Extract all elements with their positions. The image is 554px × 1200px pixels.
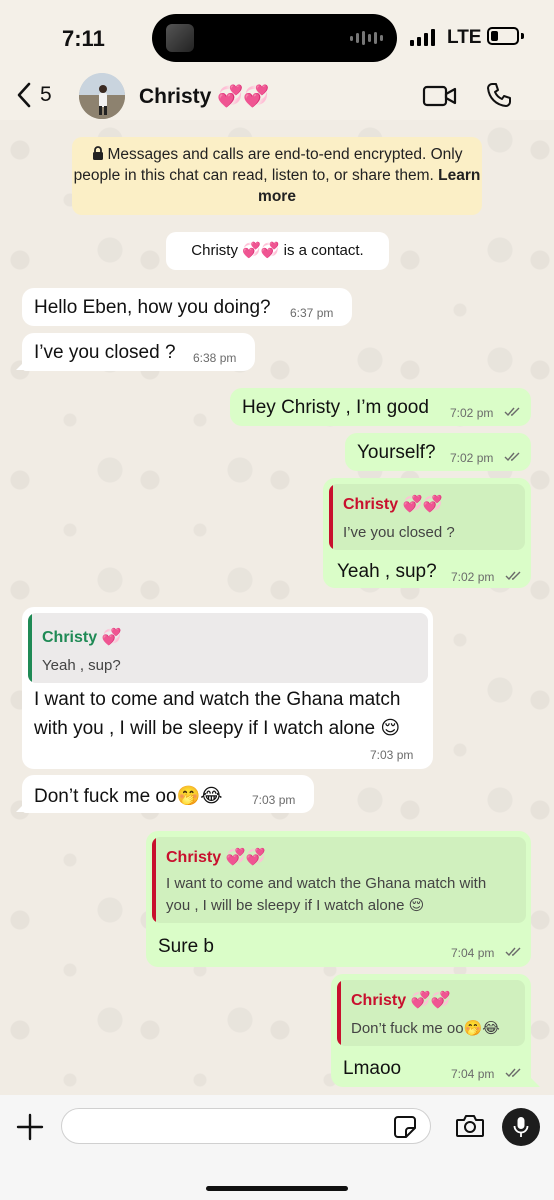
read-receipt-icon [505, 947, 521, 957]
back-button[interactable]: 5 [14, 80, 52, 110]
camera-icon[interactable] [455, 1113, 485, 1139]
audio-waveform-icon [350, 30, 383, 46]
composer-bar [0, 1095, 554, 1200]
status-bar: 7:11 LTE [0, 0, 554, 70]
quote-bar [337, 980, 341, 1046]
message-text: I’ve you closed ? [34, 342, 176, 363]
message-time: 6:38 pm [193, 351, 237, 365]
quote-author: Christy 💞💞 [166, 849, 266, 866]
status-time: 7:11 [62, 26, 105, 51]
avatar-photo [79, 73, 125, 119]
contact-name[interactable]: Christy 💞💞 [139, 85, 269, 109]
message-time: 7:02 pm [450, 451, 494, 465]
message-bubble-incoming[interactable]: Hello Eben, how you doing? 6:37 pm [22, 288, 352, 326]
encryption-notice[interactable]: Messages and calls are end-to-end encryp… [72, 137, 482, 215]
message-text: Yeah , sup? [337, 561, 437, 582]
battery-level [491, 31, 498, 41]
message-text-line: with you , I will be sleepy if I watch a… [34, 718, 401, 739]
chat-header: 5 Christy 💞💞 [0, 70, 554, 122]
quote-bar [152, 837, 156, 923]
message-text: Lmaoo [343, 1058, 402, 1079]
read-receipt-icon [505, 1068, 521, 1078]
chevron-left-icon [17, 82, 31, 108]
message-bubble-outgoing[interactable]: Yourself? 7:02 pm [345, 433, 531, 471]
message-text: Hey Christy , I’m good [242, 397, 429, 418]
message-time: 7:04 pm [451, 1067, 495, 1081]
quoted-message[interactable]: Christy 💞 Yeah , sup? [28, 613, 428, 683]
quoted-message[interactable]: Christy 💞💞 I want to come and watch the … [152, 837, 526, 923]
unread-count: 5 [40, 83, 52, 106]
message-text: Yourself? [357, 442, 436, 463]
message-bubble-incoming[interactable]: Christy 💞 Yeah , sup? I want to come and… [22, 607, 433, 769]
quote-author: Christy 💞💞 [343, 496, 443, 513]
quote-text: I’ve you closed ? [343, 524, 455, 541]
avatar[interactable] [79, 73, 125, 119]
quoted-message[interactable]: Christy 💞💞 Don’t fuck me oo🤭😂 [337, 980, 525, 1046]
message-text: Don’t fuck me oo🤭😂 [34, 786, 223, 807]
message-text-line: I want to come and watch the Ghana match [34, 689, 401, 710]
message-time: 7:04 pm [451, 946, 495, 960]
lock-icon [92, 146, 103, 160]
video-call-icon[interactable] [422, 84, 458, 108]
dynamic-island[interactable] [152, 14, 397, 62]
read-receipt-icon [504, 407, 520, 417]
message-time: 7:03 pm [252, 793, 296, 807]
message-text: Hello Eben, how you doing? [34, 297, 271, 318]
quote-text: Don’t fuck me oo🤭😂 [351, 1020, 500, 1037]
message-bubble-outgoing[interactable]: Christy 💞💞 Don’t fuck me oo🤭😂 Lmaoo 7:04… [331, 974, 531, 1087]
read-receipt-icon [505, 571, 521, 581]
message-time: 7:02 pm [450, 406, 494, 420]
quote-text-line: I want to come and watch the Ghana match… [166, 875, 487, 892]
message-input[interactable] [61, 1108, 431, 1144]
sticker-icon[interactable] [393, 1115, 417, 1139]
microphone-icon [513, 1117, 529, 1137]
message-bubble-incoming[interactable]: I’ve you closed ? 6:38 pm [22, 333, 255, 371]
microphone-button[interactable] [502, 1108, 540, 1146]
quoted-message[interactable]: Christy 💞💞 I’ve you closed ? [329, 484, 525, 550]
battery-tip [521, 33, 524, 39]
quote-bar [329, 484, 333, 550]
quote-text-line: you , I will be sleepy if I watch alone … [166, 897, 425, 914]
message-text: Sure b [158, 936, 214, 957]
signal-strength-icon [410, 29, 435, 46]
quote-author: Christy 💞 [42, 629, 122, 646]
quote-bar [28, 613, 32, 683]
now-playing-thumbnail [166, 24, 194, 52]
quote-author: Christy 💞💞 [351, 992, 451, 1009]
message-bubble-outgoing[interactable]: Hey Christy , I’m good 7:02 pm [230, 388, 531, 426]
message-time: 7:02 pm [451, 570, 495, 584]
message-bubble-outgoing[interactable]: Christy 💞💞 I’ve you closed ? Yeah , sup?… [323, 478, 531, 588]
message-bubble-outgoing[interactable]: Christy 💞💞 I want to come and watch the … [146, 831, 531, 967]
message-time: 6:37 pm [290, 306, 334, 320]
read-receipt-icon [504, 452, 520, 462]
contact-notice: Christy 💞💞 is a contact. [166, 232, 389, 270]
phone-icon[interactable] [486, 82, 512, 108]
quote-text: Yeah , sup? [42, 657, 121, 674]
message-time: 7:03 pm [370, 748, 414, 762]
encryption-text: Messages and calls are end-to-end encryp… [73, 146, 463, 184]
home-indicator[interactable] [206, 1186, 348, 1191]
plus-icon[interactable] [16, 1113, 44, 1141]
network-type: LTE [447, 27, 482, 48]
message-bubble-incoming[interactable]: Don’t fuck me oo🤭😂 7:03 pm [22, 775, 314, 813]
